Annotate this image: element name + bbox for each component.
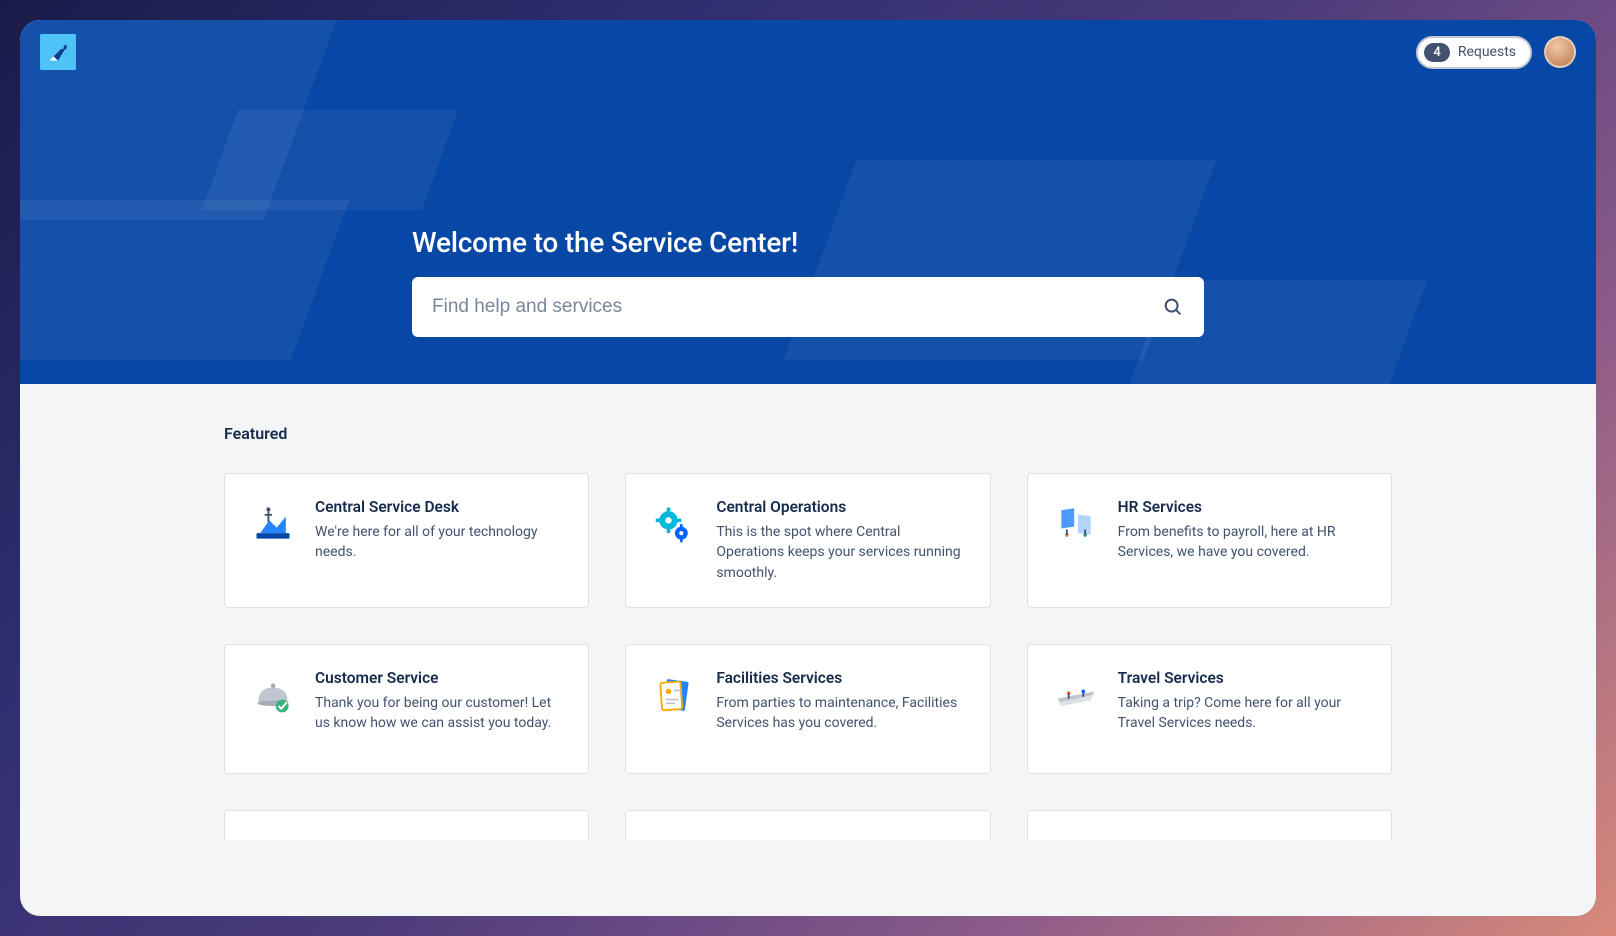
page-title: Welcome to the Service Center! <box>412 226 1204 259</box>
requests-button[interactable]: 4 Requests <box>1416 36 1532 69</box>
topbar-right: 4 Requests <box>1416 36 1576 69</box>
requests-label: Requests <box>1458 44 1516 60</box>
card-title: Customer Service <box>315 669 562 687</box>
featured-cards-grid: Central Service Desk We're here for all … <box>224 473 1392 774</box>
featured-heading: Featured <box>224 424 1392 443</box>
card-title: Central Service Desk <box>315 498 562 516</box>
card-desc: We're here for all of your technology ne… <box>315 522 562 563</box>
customer-service-icon <box>251 673 295 717</box>
app-frame: 4 Requests Welcome to the Service Center… <box>20 20 1596 916</box>
requests-count-badge: 4 <box>1424 43 1449 62</box>
card-customer-service[interactable]: Customer Service Thank you for being our… <box>224 644 589 774</box>
logo[interactable] <box>40 34 76 70</box>
hr-services-icon <box>1054 502 1098 546</box>
central-operations-icon <box>652 502 696 546</box>
card-peek[interactable] <box>625 810 990 840</box>
topbar: 4 Requests <box>40 34 1576 70</box>
card-desc: From benefits to payroll, here at HR Ser… <box>1118 522 1365 563</box>
card-peek[interactable] <box>224 810 589 840</box>
card-title: Travel Services <box>1118 669 1365 687</box>
card-title: Central Operations <box>716 498 963 516</box>
rocket-icon <box>45 39 71 65</box>
search-input[interactable] <box>432 296 1162 318</box>
card-title: Facilities Services <box>716 669 963 687</box>
card-travel-services[interactable]: Travel Services Taking a trip? Come here… <box>1027 644 1392 774</box>
featured-cards-grid-peek <box>224 810 1392 840</box>
travel-services-icon <box>1054 673 1098 717</box>
card-central-service-desk[interactable]: Central Service Desk We're here for all … <box>224 473 589 608</box>
hero-banner: 4 Requests Welcome to the Service Center… <box>20 20 1596 384</box>
card-facilities-services[interactable]: Facilities Services From parties to main… <box>625 644 990 774</box>
card-desc: Thank you for being our customer! Let us… <box>315 693 562 734</box>
card-desc: This is the spot where Central Operation… <box>716 522 963 583</box>
search-icon[interactable] <box>1162 296 1184 318</box>
card-title: HR Services <box>1118 498 1365 516</box>
card-peek[interactable] <box>1027 810 1392 840</box>
hero-content: Welcome to the Service Center! <box>412 226 1204 337</box>
search-container <box>412 277 1204 337</box>
main-content: Featured Central Service Desk We're here… <box>224 384 1392 840</box>
facilities-services-icon <box>652 673 696 717</box>
central-service-desk-icon <box>251 502 295 546</box>
user-avatar[interactable] <box>1544 36 1576 68</box>
card-desc: From parties to maintenance, Facilities … <box>716 693 963 734</box>
card-central-operations[interactable]: Central Operations This is the spot wher… <box>625 473 990 608</box>
card-hr-services[interactable]: HR Services From benefits to payroll, he… <box>1027 473 1392 608</box>
card-desc: Taking a trip? Come here for all your Tr… <box>1118 693 1365 734</box>
